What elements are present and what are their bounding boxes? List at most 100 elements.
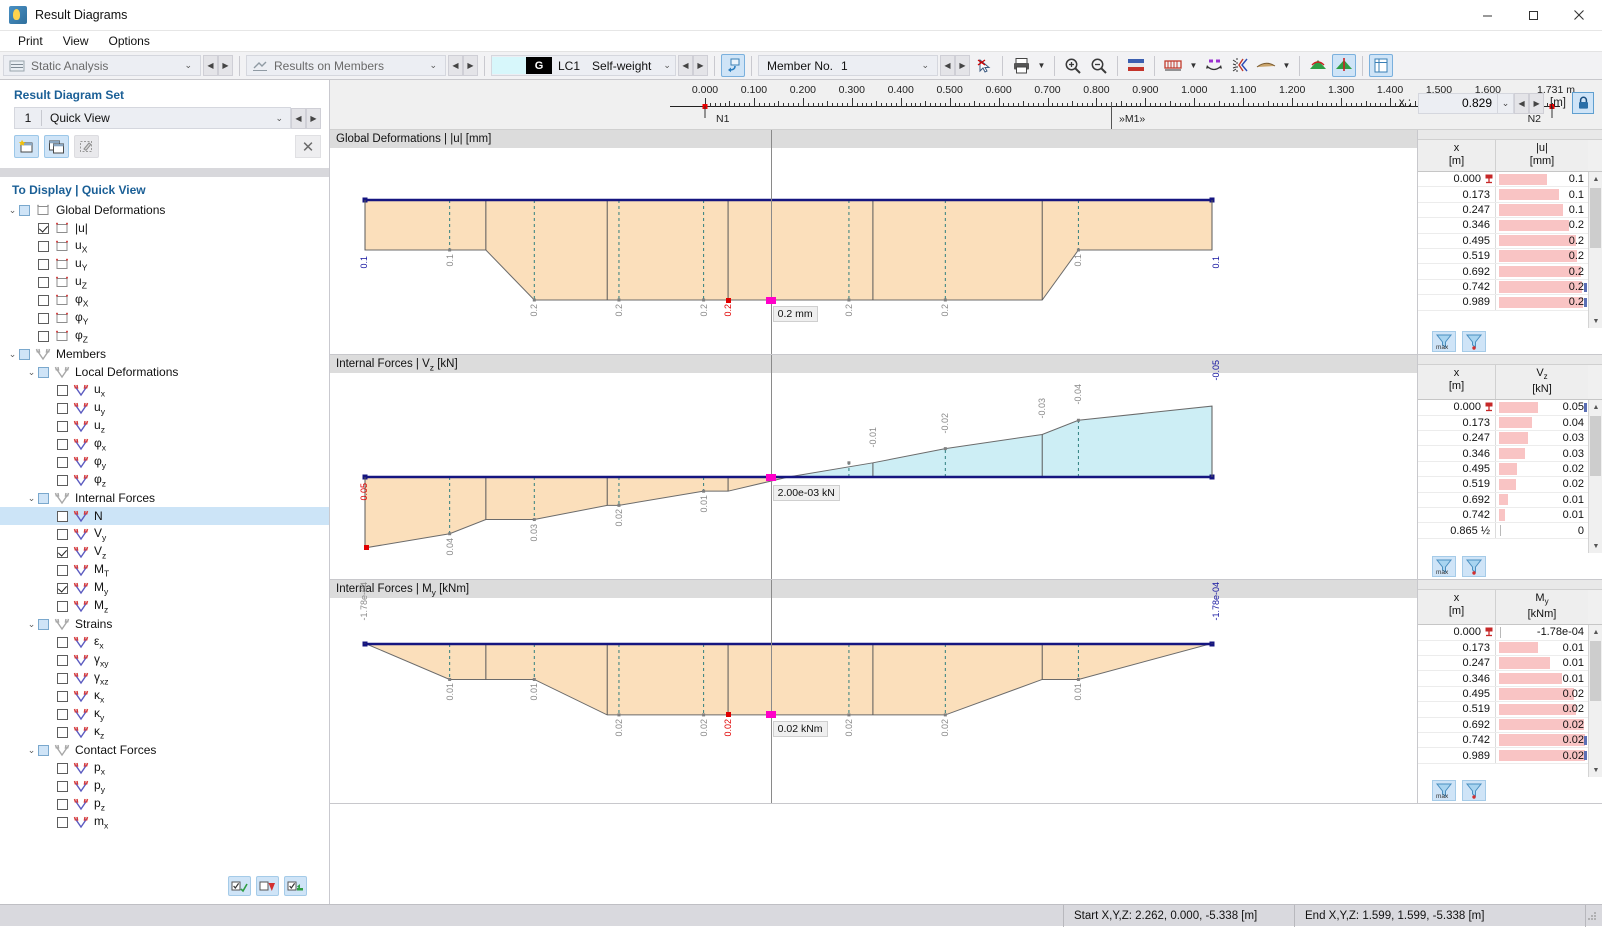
tree-item-uy[interactable]: uY (0, 255, 329, 273)
checkbox-members[interactable] (19, 348, 30, 360)
chevron-down-icon[interactable]: ⌄ (657, 60, 677, 71)
scroll-down-button[interactable]: ▼ (1589, 314, 1602, 328)
x-prev-button[interactable]: ◀ (1514, 92, 1530, 114)
scroll-thumb[interactable] (1590, 188, 1601, 248)
menu-options[interactable]: Options (98, 32, 159, 50)
tree-item-mt[interactable]: MT (0, 561, 329, 579)
table-row[interactable]: 0.519 0.2 (1418, 248, 1588, 265)
chevron-down-icon[interactable]: ⌄ (178, 60, 198, 71)
checkbox-uz[interactable] (38, 276, 49, 288)
x-spinner[interactable]: ◀ ▶ (1514, 92, 1545, 114)
tree-item-y[interactable]: κy (0, 705, 329, 723)
checkbox-pz[interactable] (57, 798, 68, 810)
checkbox-x[interactable] (57, 636, 68, 648)
swap-direction-icon[interactable] (1202, 54, 1226, 77)
table-row[interactable]: 0.173 0.01 (1418, 640, 1588, 656)
table-row[interactable]: 0.519 0.02 (1418, 477, 1588, 493)
table-row[interactable]: 0.247 0.03 (1418, 430, 1588, 447)
tree-item-x[interactable]: κx (0, 687, 329, 705)
lock-icon[interactable] (1572, 92, 1594, 114)
checkbox-x[interactable] (57, 438, 68, 450)
member-no-value[interactable]: 1 (839, 59, 854, 73)
filter-max-button[interactable]: max (1432, 330, 1456, 352)
result-set-combo[interactable]: 1 Quick View ⌄ (14, 107, 291, 129)
tree-item-u[interactable]: |u| (0, 219, 329, 237)
close-button[interactable] (1556, 0, 1602, 31)
chevron-down-icon[interactable]: ⌄ (423, 60, 443, 71)
tree-item-x[interactable]: φx (0, 435, 329, 453)
new-set-button[interactable] (14, 135, 39, 158)
filter-max-button[interactable]: max (1432, 555, 1456, 577)
checkbox-n[interactable] (57, 510, 68, 522)
result-set-next-button[interactable]: ▶ (306, 107, 321, 129)
tree-item-x[interactable]: εx (0, 633, 329, 651)
tree-item-z[interactable]: φz (0, 471, 329, 489)
table-row[interactable]: 0.692 0.2 (1418, 264, 1588, 280)
chevron-down-icon[interactable]: ⌄ (915, 60, 935, 71)
table-row[interactable]: 0.989 0.2 (1418, 295, 1588, 311)
tree-item-x[interactable]: φX (0, 291, 329, 309)
table-row[interactable]: 0.000 0.1 (1418, 172, 1588, 188)
table-row[interactable]: 0.865 ½0 (1418, 523, 1588, 539)
chevron-down-icon[interactable]: ⌄ (1498, 92, 1515, 114)
checkbox-ux[interactable] (38, 240, 49, 252)
cursor-crosshair[interactable] (770, 130, 772, 354)
scroll-up-button[interactable]: ▲ (1589, 172, 1602, 186)
table-row[interactable]: 0.495 0.02 (1418, 686, 1588, 703)
checkbox-uz[interactable] (57, 420, 68, 432)
diagram-style-icon[interactable] (1161, 54, 1185, 77)
load-case-spinner[interactable]: ◀ ▶ (678, 55, 708, 76)
table-row[interactable]: 0.346 0.01 (1418, 671, 1588, 687)
table-body[interactable]: 0.000 0.1 0.173 0.1 0.247 0.1 0.346 0.2 0.495 0.2… (1418, 172, 1588, 328)
check-all-button[interactable] (228, 876, 251, 896)
analysis-next-button[interactable]: ▶ (218, 55, 233, 76)
table-row[interactable]: 0.000 -1.78e-04 (1418, 625, 1588, 641)
checkbox-z[interactable] (57, 726, 68, 738)
chevron-down-icon[interactable]: ⌄ (6, 349, 19, 360)
x-next-button[interactable]: ▶ (1529, 92, 1545, 114)
table-row[interactable]: 0.742 0.02 (1418, 732, 1588, 749)
tree-item-ux[interactable]: uX (0, 237, 329, 255)
results-prev-button[interactable]: ◀ (448, 55, 463, 76)
table-row[interactable]: 0.173 0.1 (1418, 187, 1588, 203)
table-view-icon[interactable] (1369, 54, 1393, 77)
plot-area-vz[interactable]: Internal Forces | Vz [kN] 2.00e-03 kN 0.05… (330, 355, 1417, 579)
table-row[interactable]: 0.519 0.02 (1418, 702, 1588, 718)
result-set-prev-button[interactable]: ◀ (291, 107, 306, 129)
checkbox-x[interactable] (38, 294, 49, 306)
plot-area-|u|[interactable]: Global Deformations | |u| [mm] 0.2 mm 0.1 0… (330, 130, 1417, 354)
chevron-down-icon[interactable]: ⌄ (25, 367, 38, 378)
results-next-button[interactable]: ▶ (463, 55, 478, 76)
tree-item-xz[interactable]: γxz (0, 669, 329, 687)
tree-item-y[interactable]: φy (0, 453, 329, 471)
checkbox-internalforces[interactable] (38, 492, 49, 504)
load-case-prev-button[interactable]: ◀ (678, 55, 693, 76)
scroll-up-button[interactable]: ▲ (1589, 400, 1602, 415)
member-next-button[interactable]: ▶ (955, 55, 970, 76)
resize-grip-icon[interactable] (1586, 910, 1598, 922)
chevron-down-icon[interactable]: ⌄ (268, 113, 290, 124)
x-ruler[interactable]: 0.000 0.100 0.200 0.300 0.400 0.500 0.600 0.700… (330, 80, 1602, 130)
tree-item-internalforces[interactable]: ⌄ Internal Forces (0, 489, 329, 507)
analysis-prev-button[interactable]: ◀ (203, 55, 218, 76)
section-cut-icon[interactable] (1228, 54, 1252, 77)
member-prev-button[interactable]: ◀ (940, 55, 955, 76)
zoom-in-icon[interactable] (1061, 54, 1085, 77)
member-spinner[interactable]: ◀ ▶ (940, 55, 970, 76)
table-row[interactable]: 0.692 0.02 (1418, 717, 1588, 733)
table-row[interactable]: 0.495 0.2 (1418, 233, 1588, 249)
tree-item-z[interactable]: κz (0, 723, 329, 741)
checkbox-mz[interactable] (57, 600, 68, 612)
table-row[interactable]: 0.000 0.05 (1418, 400, 1588, 416)
invert-selection-button[interactable] (284, 876, 307, 896)
chevron-down-icon[interactable]: ⌄ (25, 745, 38, 756)
checkbox-strains[interactable] (38, 618, 49, 630)
checkbox-mt[interactable] (57, 564, 68, 576)
tree-item-uz[interactable]: uZ (0, 273, 329, 291)
tree-item-ux[interactable]: ux (0, 381, 329, 399)
checkbox-u[interactable] (38, 222, 49, 234)
table-body[interactable]: 0.000 0.05 0.173 0.04 0.247 0.03 0.346 0.03 0.49… (1418, 400, 1588, 553)
table-scrollbar[interactable]: ▲ ▼ (1588, 400, 1602, 553)
table-row[interactable]: 0.173 0.04 (1418, 415, 1588, 431)
color-scale-icon[interactable] (1124, 54, 1148, 77)
